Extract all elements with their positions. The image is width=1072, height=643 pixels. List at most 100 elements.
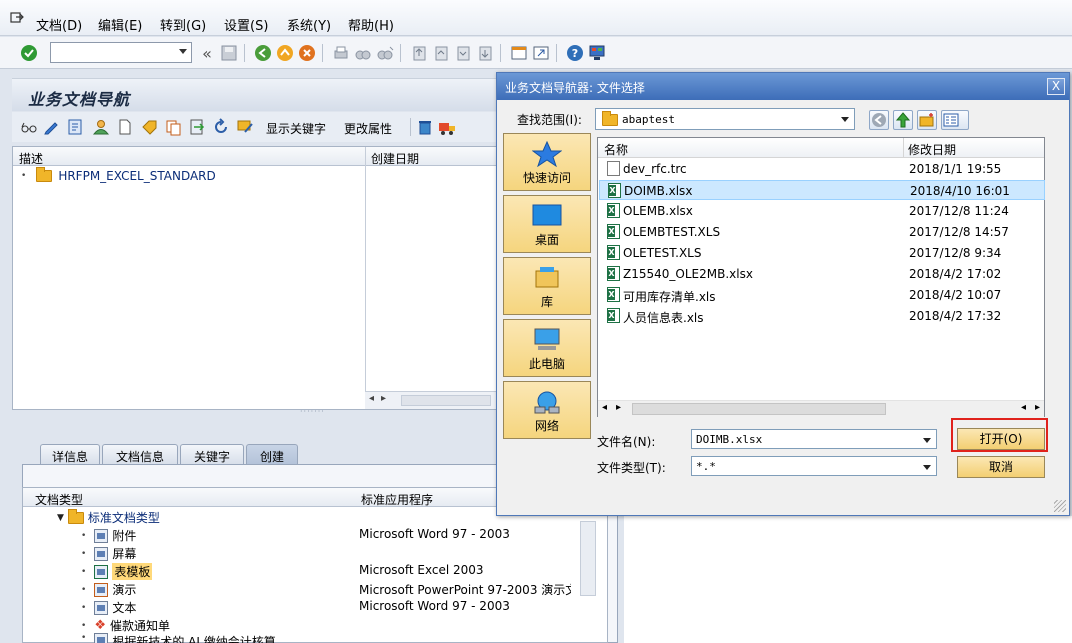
up-folder-button[interactable] [893,110,913,130]
trash-icon[interactable] [416,118,434,136]
file-row-selected[interactable]: DOIMB.xlsx 2018/4/10 16:01 [599,180,1045,200]
find-next-icon[interactable] [376,44,394,62]
file-row[interactable]: 可用库存清单.xls 2018/4/2 10:07 [599,285,1045,305]
exit-icon[interactable] [276,44,294,62]
close-button[interactable]: X [1047,78,1065,95]
find-icon[interactable] [354,44,372,62]
print-icon[interactable] [332,44,350,62]
document-blue-icon[interactable] [66,118,84,136]
refresh-icon[interactable] [212,118,230,136]
column-header-modified[interactable]: 修改日期 [908,141,956,158]
menu-edit[interactable]: 编辑(E) [98,15,142,34]
user-icon[interactable] [92,118,110,136]
glasses-display-icon[interactable] [20,118,38,136]
cancel-icon[interactable] [298,44,316,62]
file-row[interactable]: Z15540_OLE2MB.xlsx 2018/4/2 17:02 [599,264,1045,284]
tree-root-row[interactable]: ▼ 标准文档类型 [57,508,160,526]
column-header-document-type[interactable]: 文档类型 [35,491,83,508]
create-session-icon[interactable] [510,44,528,62]
column-header-name[interactable]: 名称 [604,141,628,158]
tag-icon[interactable] [140,118,158,136]
expand-triangle-icon[interactable]: ▼ [57,513,64,523]
file-row[interactable]: 人员信息表.xls 2018/4/2 17:32 [599,306,1045,326]
comment-edit-icon[interactable] [236,118,254,136]
resize-grip-icon[interactable] [1054,500,1066,512]
file-row[interactable]: OLEMBTEST.XLS 2017/12/8 14:57 [599,222,1045,242]
chevron-down-icon[interactable] [919,459,934,475]
previous-page-icon[interactable] [432,44,450,62]
place-libraries[interactable]: 库 [503,257,591,315]
view-menu-button[interactable] [941,110,969,130]
back-button[interactable] [869,110,889,130]
file-row[interactable]: dev_rfc.trc 2018/1/1 19:55 [599,159,1045,179]
scroll-left-icon[interactable]: ◂ [1021,402,1026,413]
last-page-icon[interactable] [476,44,494,62]
next-page-icon[interactable] [454,44,472,62]
table-row[interactable]: • 根据新技术的 AI 缴纳会计核算 [81,633,276,643]
place-desktop[interactable]: 桌面 [503,195,591,253]
pane-splitter[interactable]: ······· [300,407,328,416]
column-divider[interactable] [903,138,904,158]
place-quick-access[interactable]: 快速访问 [503,133,591,191]
new-document-icon[interactable] [116,118,134,136]
horizontal-scrollbar[interactable]: ◂ ▸ ◂ ▸ [598,400,1044,417]
scroll-right-icon[interactable]: ▸ [616,402,621,413]
sap-menu-icon[interactable] [10,11,24,25]
column-header-description[interactable]: 描述 [19,150,43,167]
chevron-down-icon[interactable] [179,49,187,54]
scroll-thumb[interactable] [401,395,491,406]
file-row[interactable]: OLETEST.XLS 2017/12/8 9:34 [599,243,1045,263]
pencil-edit-icon[interactable] [42,118,60,136]
menu-settings[interactable]: 设置(S) [224,15,268,34]
create-shortcut-icon[interactable] [532,44,550,62]
table-row[interactable]: • 屏幕 [81,545,136,562]
horizontal-scrollbar[interactable]: ◂ ▸ [365,391,498,409]
tab-details[interactable]: 详信息 [40,444,100,464]
new-folder-button[interactable] [917,110,937,130]
column-header-created-date[interactable]: 创建日期 [371,150,419,167]
show-keywords-button[interactable]: 显示关键字 [266,120,326,137]
scroll-left-icon[interactable]: ◂ [602,402,607,413]
table-row[interactable]: • ❖ 催款通知单 [81,617,170,634]
dialog-title-bar[interactable]: 业务文档导航器: 文件选择 X [497,73,1069,100]
vertical-scrollbar[interactable] [580,521,596,596]
place-network[interactable]: 网络 [503,381,591,439]
customize-layout-icon[interactable] [588,44,606,62]
scroll-right-icon[interactable]: ▸ [381,393,386,404]
scroll-left-icon[interactable]: ◂ [369,393,374,404]
menu-goto[interactable]: 转到(G) [160,15,206,34]
copy-icon[interactable] [164,118,182,136]
filename-input[interactable]: DOIMB.xlsx [691,429,937,449]
scroll-thumb[interactable] [632,403,886,415]
first-page-icon[interactable] [410,44,428,62]
enter-check-icon[interactable] [20,44,38,62]
command-field[interactable] [50,42,192,63]
tab-document-info[interactable]: 文档信息 [102,444,178,464]
lookin-select[interactable]: abaptest [595,108,855,130]
collapse-command-icon[interactable]: « [198,44,216,63]
table-row[interactable]: • 表模板 [81,563,153,580]
table-row[interactable]: • 演示 [81,581,136,598]
back-icon[interactable] [254,44,272,62]
menu-help[interactable]: 帮助(H) [348,15,394,34]
file-row[interactable]: OLEMB.xlsx 2017/12/8 11:24 [599,201,1045,221]
table-row[interactable]: • 附件 [81,527,136,544]
menu-document[interactable]: 文档(D) [36,15,82,34]
tree-node[interactable]: • HRFPM_EXCEL_STANDARD [21,167,216,183]
chevron-down-icon[interactable] [837,111,852,127]
tab-create[interactable]: 创建 [246,444,298,464]
scroll-right-icon[interactable]: ▸ [1035,402,1040,413]
menu-system[interactable]: 系统(Y) [287,15,331,34]
export-icon[interactable] [188,118,206,136]
filetype-select[interactable]: *.* [691,456,937,476]
cancel-button[interactable]: 取消 [957,456,1045,478]
column-header-standard-app[interactable]: 标准应用程序 [361,491,433,508]
table-row[interactable]: • 文本 [81,599,136,616]
help-icon[interactable]: ? [566,44,584,62]
chevron-down-icon[interactable] [919,432,934,448]
transport-truck-icon[interactable] [438,118,456,136]
save-icon[interactable] [220,44,238,62]
change-attributes-button[interactable]: 更改属性 [344,120,392,137]
place-this-pc[interactable]: 此电脑 [503,319,591,377]
tab-keywords[interactable]: 关键字 [180,444,244,464]
